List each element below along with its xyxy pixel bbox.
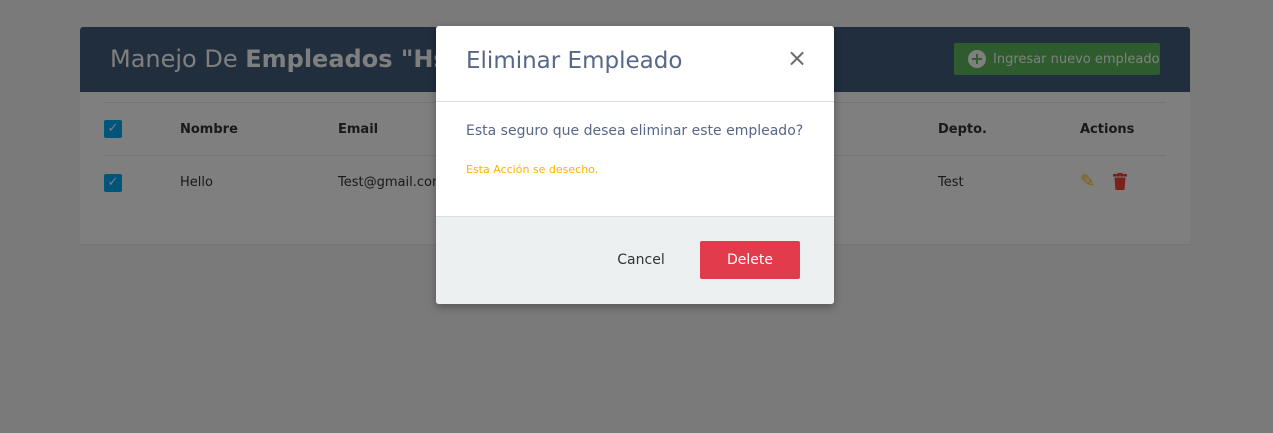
modal-footer: Cancel Delete: [436, 216, 834, 304]
delete-employee-modal: Eliminar Empleado × Esta seguro que dese…: [436, 26, 834, 304]
delete-button[interactable]: Delete: [700, 241, 800, 279]
warning-text: Esta Acción se desecho.: [466, 163, 599, 176]
modal-title: Eliminar Empleado: [466, 48, 683, 74]
modal-body: Esta seguro que desea eliminar este empl…: [436, 103, 834, 216]
close-icon[interactable]: ×: [786, 46, 808, 70]
modal-header: Eliminar Empleado ×: [436, 26, 834, 102]
confirm-message: Esta seguro que desea eliminar este empl…: [466, 123, 804, 139]
cancel-button[interactable]: Cancel: [598, 241, 684, 279]
